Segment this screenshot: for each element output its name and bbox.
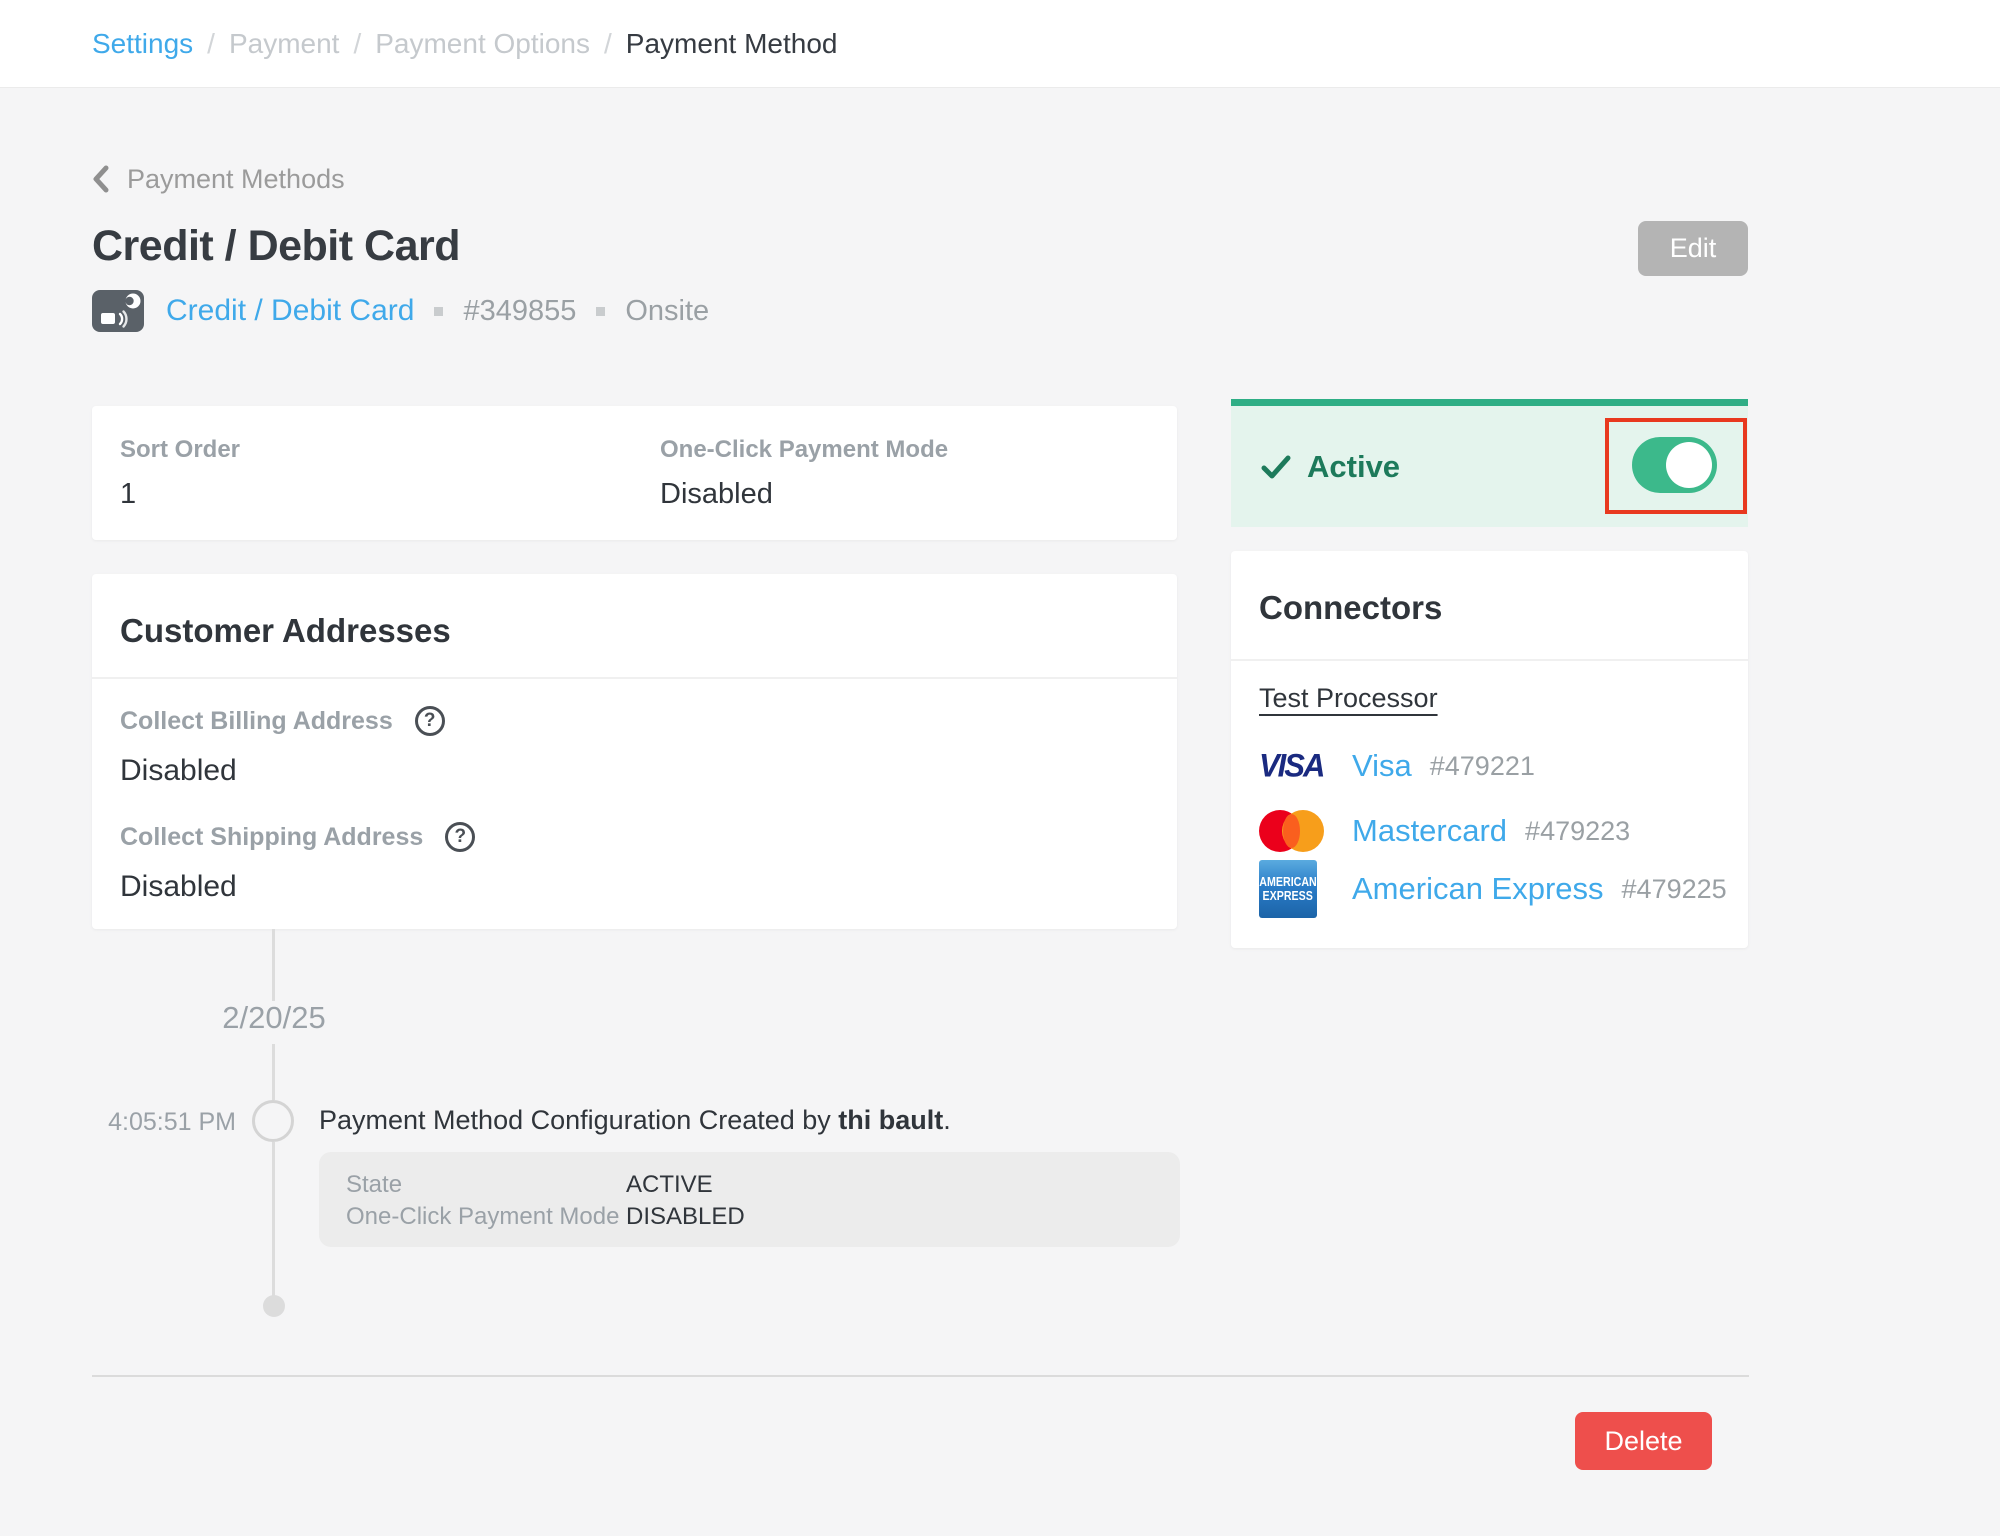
divider bbox=[1231, 659, 1748, 661]
mastercard-id: #479223 bbox=[1525, 816, 1630, 847]
breadcrumb-separator: / bbox=[604, 28, 612, 60]
delete-button[interactable]: Delete bbox=[1575, 1412, 1712, 1470]
active-status: Active bbox=[1261, 406, 1400, 527]
collect-shipping-address-value: Disabled bbox=[120, 870, 475, 904]
amex-link[interactable]: American Express bbox=[1352, 871, 1604, 907]
detail-one-click-label: One-Click Payment Mode bbox=[346, 1201, 626, 1233]
summary-card: Sort Order 1 One-Click Payment Mode Disa… bbox=[92, 406, 1177, 540]
payment-method-type: Onsite bbox=[625, 295, 709, 328]
visa-link[interactable]: Visa bbox=[1352, 748, 1412, 784]
sort-order-field: Sort Order 1 bbox=[120, 436, 240, 511]
timeline-event-time: 4:05:51 PM bbox=[36, 1108, 236, 1137]
connector-row-amex: AMERICAN EXPRESS American Express #47922… bbox=[1259, 859, 1727, 919]
active-label: Active bbox=[1307, 449, 1400, 485]
amex-id: #479225 bbox=[1622, 874, 1727, 905]
breadcrumb-settings[interactable]: Settings bbox=[92, 28, 193, 60]
active-status-panel: Active bbox=[1231, 399, 1748, 527]
separator-dot bbox=[596, 307, 605, 316]
connector-row-visa: VISA Visa #479221 bbox=[1259, 741, 1535, 791]
collect-shipping-address-field: Collect Shipping Address ? Disabled bbox=[120, 822, 475, 904]
one-click-mode-value: Disabled bbox=[660, 478, 948, 511]
one-click-mode-field: One-Click Payment Mode Disabled bbox=[660, 436, 948, 511]
breadcrumb-payment-method: Payment Method bbox=[626, 28, 838, 60]
payment-method-link[interactable]: Credit / Debit Card bbox=[166, 294, 414, 328]
visa-id: #479221 bbox=[1430, 751, 1535, 782]
event-text: Payment Method Configuration Created by bbox=[319, 1105, 838, 1135]
mastercard-logo bbox=[1259, 810, 1325, 852]
sort-order-label: Sort Order bbox=[120, 436, 240, 464]
checkmark-icon bbox=[1261, 453, 1291, 481]
back-link-label: Payment Methods bbox=[127, 164, 345, 195]
breadcrumb-separator: / bbox=[353, 28, 361, 60]
visa-logo: VISA bbox=[1259, 747, 1323, 785]
chevron-left-icon bbox=[92, 165, 109, 193]
timeline-line bbox=[272, 1142, 275, 1297]
toggle-knob bbox=[1666, 442, 1712, 488]
detail-state-value: ACTIVE bbox=[626, 1169, 713, 1201]
event-actor: thi bault bbox=[838, 1105, 943, 1135]
one-click-mode-label: One-Click Payment Mode bbox=[660, 436, 948, 464]
connector-row-mastercard: Mastercard #479223 bbox=[1259, 806, 1630, 856]
event-text: . bbox=[943, 1105, 951, 1135]
collect-shipping-address-label: Collect Shipping Address bbox=[120, 823, 423, 852]
timeline-line bbox=[272, 1044, 275, 1100]
divider bbox=[92, 677, 1177, 679]
separator-dot bbox=[434, 307, 443, 316]
timeline-event-marker bbox=[252, 1100, 294, 1142]
amex-logo-line: EXPRESS bbox=[1263, 889, 1313, 903]
timeline-date: 2/20/25 bbox=[174, 1000, 374, 1036]
amex-logo-line: AMERICAN bbox=[1259, 875, 1316, 889]
timeline-event-text: Payment Method Configuration Created by … bbox=[319, 1105, 951, 1136]
credit-card-icon bbox=[92, 290, 144, 332]
page-title: Credit / Debit Card bbox=[92, 222, 460, 271]
connectors-panel: Connectors Test Processor VISA Visa #479… bbox=[1231, 551, 1748, 948]
payment-method-id: #349855 bbox=[463, 295, 576, 328]
edit-button[interactable]: Edit bbox=[1638, 221, 1748, 276]
collect-billing-address-label: Collect Billing Address bbox=[120, 707, 393, 736]
divider bbox=[92, 1375, 1749, 1377]
breadcrumb-payment-options[interactable]: Payment Options bbox=[375, 28, 590, 60]
collect-billing-address-field: Collect Billing Address ? Disabled bbox=[120, 706, 445, 788]
timeline-event-details: State ACTIVE One-Click Payment Mode DISA… bbox=[319, 1152, 1180, 1247]
test-processor-link[interactable]: Test Processor bbox=[1259, 683, 1438, 714]
back-to-payment-methods-link[interactable]: Payment Methods bbox=[92, 162, 345, 196]
breadcrumb-separator: / bbox=[207, 28, 215, 60]
customer-addresses-card: Customer Addresses Collect Billing Addre… bbox=[92, 574, 1177, 929]
detail-one-click-value: DISABLED bbox=[626, 1201, 745, 1233]
timeline-line bbox=[272, 929, 275, 1001]
active-toggle[interactable] bbox=[1632, 437, 1717, 493]
connectors-title: Connectors bbox=[1259, 589, 1442, 627]
collect-billing-address-value: Disabled bbox=[120, 754, 445, 788]
mastercard-link[interactable]: Mastercard bbox=[1352, 813, 1507, 849]
help-icon[interactable]: ? bbox=[415, 706, 445, 736]
help-icon[interactable]: ? bbox=[445, 822, 475, 852]
amex-logo: AMERICAN EXPRESS bbox=[1259, 860, 1317, 918]
top-bar: Settings / Payment / Payment Options / P… bbox=[0, 0, 2000, 88]
customer-addresses-title: Customer Addresses bbox=[120, 612, 451, 650]
detail-state-label: State bbox=[346, 1169, 626, 1201]
breadcrumb-payment[interactable]: Payment bbox=[229, 28, 340, 60]
sort-order-value: 1 bbox=[120, 478, 240, 511]
timeline-end-dot bbox=[263, 1295, 285, 1317]
payment-method-summary-row: Credit / Debit Card #349855 Onsite bbox=[92, 289, 709, 333]
